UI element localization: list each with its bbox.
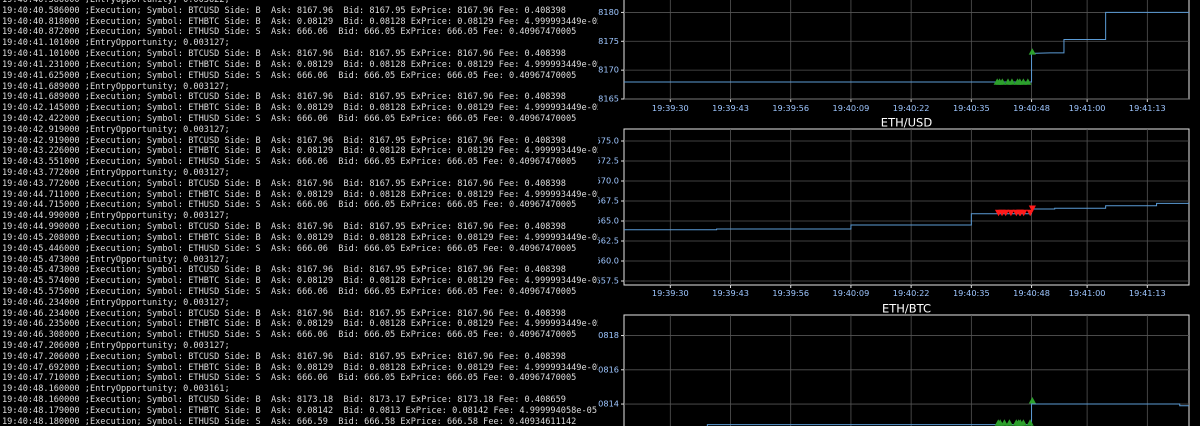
x-tick-label: 19:39:43	[712, 288, 749, 298]
y-tick-label: 0.0818	[598, 330, 619, 340]
log-line: 19:40:42.919000 ;EntryOpportunity; 0.003…	[2, 124, 230, 135]
x-tick-label: 19:39:30	[652, 103, 689, 113]
terminal-lines: 19:40:40.586000 ;EntryOpportunity; 0.003…	[2, 0, 598, 426]
log-line: 19:40:44.990000 ;Execution; Symbol: BTCU…	[2, 222, 566, 233]
x-tick-label: 19:40:48	[1013, 288, 1050, 298]
y-tick-label: 665.0	[598, 216, 619, 226]
log-line: 19:40:48.160000 ;Execution; Symbol: BTCU…	[2, 395, 566, 406]
log-line: 19:40:47.206000 ;EntryOpportunity; 0.003…	[2, 341, 230, 351]
y-tick-label: 660.0	[598, 256, 619, 266]
log-line: 19:40:42.919000 ;Execution; Symbol: BTCU…	[2, 135, 566, 146]
log-line: 19:40:44.715000 ;Execution; Symbol: ETHU…	[2, 200, 577, 211]
plot-title: ETH/USD	[881, 116, 933, 130]
y-tick-label: 675.0	[598, 136, 619, 146]
log-line: 19:40:42.145000 ;Execution; Symbol: ETHB…	[2, 103, 598, 114]
plot-frame	[623, 128, 1190, 286]
log-line: 19:40:45.446000 ;Execution; Symbol: ETHU…	[2, 243, 577, 254]
log-line: 19:40:48.180000 ;Execution; Symbol: ETHU…	[2, 416, 577, 426]
x-tick-label: 19:41:13	[1129, 288, 1166, 298]
y-tick-label: 8165	[598, 94, 619, 104]
y-tick-label: 672.5	[598, 156, 619, 166]
log-line: 19:40:41.101000 ;Execution; Symbol: BTCU…	[2, 49, 566, 60]
log-line: 19:40:44.990000 ;EntryOpportunity; 0.003…	[2, 211, 230, 222]
x-tick-label: 19:40:35	[953, 288, 990, 298]
log-line: 19:40:46.235000 ;Execution; Symbol: ETHB…	[2, 319, 598, 330]
y-tick-label: 0.0816	[598, 364, 619, 374]
plot-frame	[623, 314, 1190, 426]
y-tick-label: 8170	[598, 65, 619, 75]
y-tick-label: 667.5	[598, 196, 619, 206]
x-tick-label: 19:39:56	[772, 103, 809, 113]
y-tick-label: 657.5	[598, 276, 619, 286]
plot-title: ETH/BTC	[882, 302, 931, 316]
log-line: 19:40:42.422000 ;Execution; Symbol: ETHU…	[2, 113, 577, 124]
log-line: 19:40:48.160000 ;EntryOpportunity; 0.003…	[2, 384, 230, 395]
log-line: 19:40:47.692000 ;Execution; Symbol: ETHB…	[2, 362, 598, 373]
x-tick-label: 19:40:09	[833, 103, 870, 113]
x-tick-label: 19:41:13	[1129, 103, 1166, 113]
plot-frame	[623, 0, 1190, 100]
log-line: 19:40:43.772000 ;Execution; Symbol: BTCU…	[2, 178, 566, 189]
log-line: 19:40:46.234000 ;Execution; Symbol: BTCU…	[2, 308, 566, 319]
x-tick-label: 19:40:48	[1013, 103, 1050, 113]
log-line: 19:40:40.872000 ;Execution; Symbol: ETHU…	[2, 27, 577, 38]
log-line: 19:40:46.234000 ;EntryOpportunity; 0.003…	[2, 297, 230, 308]
log-line: 19:40:41.689000 ;EntryOpportunity; 0.003…	[2, 81, 230, 92]
log-line: 19:40:45.473000 ;Execution; Symbol: BTCU…	[2, 265, 566, 276]
x-tick-label: 19:40:09	[833, 288, 870, 298]
log-line: 19:40:45.208000 ;Execution; Symbol: ETHB…	[2, 232, 598, 243]
x-tick-label: 19:39:43	[712, 103, 749, 113]
log-line: 19:40:40.818000 ;Execution; Symbol: ETHB…	[2, 16, 598, 27]
x-tick-label: 19:40:35	[953, 103, 990, 113]
terminal-log[interactable]: 19:40:40.586000 ;EntryOpportunity; 0.003…	[0, 0, 598, 426]
log-line: 19:40:43.226000 ;Execution; Symbol: ETHB…	[2, 146, 598, 157]
y-tick-label: 0.0814	[598, 399, 619, 409]
x-tick-label: 19:40:22	[893, 288, 930, 298]
log-line: 19:40:45.473000 ;EntryOpportunity; 0.003…	[2, 254, 230, 265]
log-line: 19:40:45.574000 ;Execution; Symbol: ETHB…	[2, 276, 598, 287]
y-tick-label: 662.5	[598, 236, 619, 246]
log-line: 19:40:41.689000 ;Execution; Symbol: BTCU…	[2, 92, 566, 103]
y-tick-label: 670.0	[598, 176, 619, 186]
log-line: 19:40:41.231000 ;Execution; Symbol: ETHB…	[2, 59, 598, 70]
x-tick-label: 19:40:22	[893, 103, 930, 113]
log-line: 19:40:47.206000 ;Execution; Symbol: BTCU…	[2, 351, 566, 362]
chart-panel: 19:39:30 19:39:43 19:39:56 19:40:09 19:40:22…	[598, 0, 1200, 426]
log-line: 19:40:46.308000 ;Execution; Symbol: ETHU…	[2, 330, 577, 341]
log-line: 19:40:40.586000 ;Execution; Symbol: BTCU…	[2, 5, 566, 16]
x-tick-label: 19:39:56	[772, 288, 809, 298]
log-line: 19:40:45.575000 ;Execution; Symbol: ETHU…	[2, 286, 577, 297]
y-tick-label: 8180	[598, 7, 619, 17]
x-tick-label: 19:39:30	[652, 288, 689, 298]
log-line: 19:40:48.179000 ;Execution; Symbol: ETHB…	[2, 405, 597, 416]
log-line: 19:40:41.101000 ;EntryOpportunity; 0.003…	[2, 38, 230, 49]
log-line: 19:40:47.710000 ;Execution; Symbol: ETHU…	[2, 373, 577, 384]
log-line: 19:40:44.711000 ;Execution; Symbol: ETHB…	[2, 189, 598, 200]
x-tick-label: 19:41:00	[1069, 288, 1106, 298]
x-tick-label: 19:41:00	[1069, 103, 1106, 113]
charts-canvas: 19:39:30 19:39:43 19:39:56 19:40:09 19:40:22…	[598, 0, 1190, 426]
log-line: 19:40:43.551000 ;Execution; Symbol: ETHU…	[2, 157, 577, 168]
y-tick-label: 8175	[598, 36, 619, 46]
log-line: 19:40:43.772000 ;EntryOpportunity; 0.003…	[2, 168, 230, 178]
log-line: 19:40:41.625000 ;Execution; Symbol: ETHU…	[2, 70, 577, 81]
